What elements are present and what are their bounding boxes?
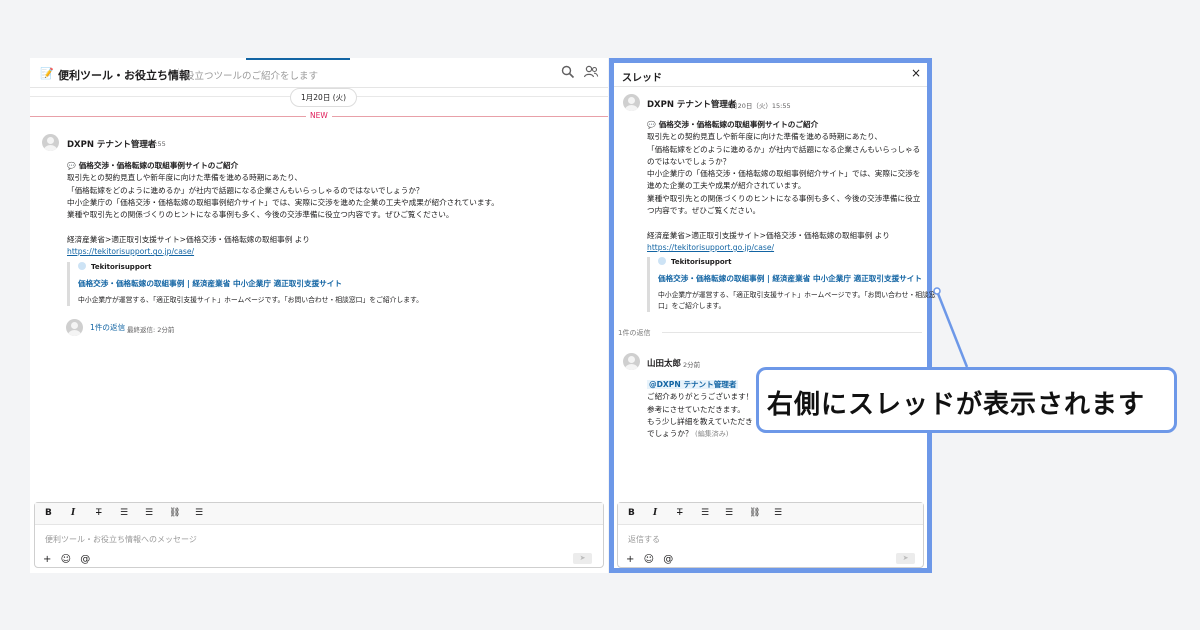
callout-pointer [933, 287, 969, 368]
callout-text: 右側にスレッドが表示されます [767, 390, 1146, 420]
annotation-callout: 右側にスレッドが表示されます [756, 367, 1177, 433]
